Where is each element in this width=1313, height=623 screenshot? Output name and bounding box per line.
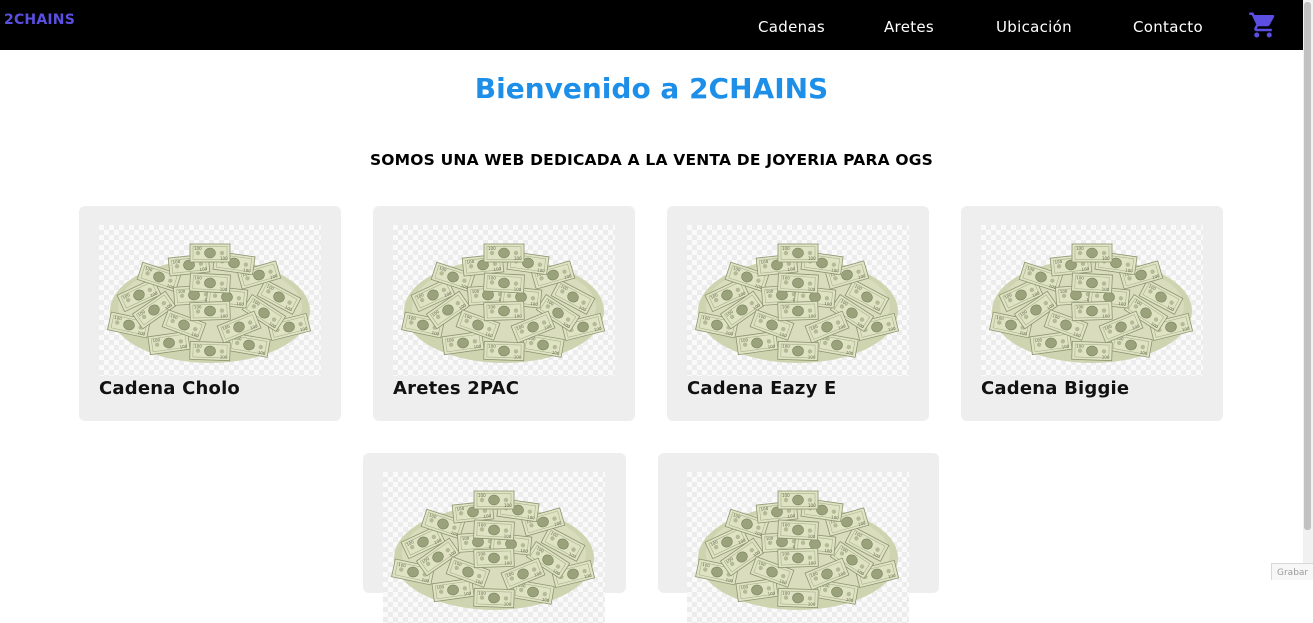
- product-card[interactable]: [658, 453, 939, 623]
- page-scrollbar[interactable]: [1303, 0, 1313, 580]
- product-image: [687, 472, 909, 623]
- product-name: Cadena Eazy E: [687, 378, 837, 399]
- product-image: [383, 472, 605, 623]
- product-card-cadena-biggie[interactable]: Cadena Biggie: [961, 206, 1223, 421]
- product-image: [687, 225, 909, 376]
- nav-link-cadenas[interactable]: Cadenas: [758, 18, 825, 36]
- product-card-aretes-2pac[interactable]: Aretes 2PAC: [373, 206, 635, 421]
- nav-link-aretes[interactable]: Aretes: [884, 18, 934, 36]
- nav-link-contacto[interactable]: Contacto: [1133, 18, 1203, 36]
- recording-indicator: Grabar: [1271, 563, 1313, 580]
- product-card-cadena-eazy-e[interactable]: Cadena Eazy E: [667, 206, 929, 421]
- product-name: Cadena Cholo: [99, 378, 241, 399]
- product-name: Cadena Biggie: [981, 378, 1130, 399]
- product-name: Aretes 2PAC: [393, 378, 520, 399]
- page-title: Bienvenido a 2CHAINS: [474, 72, 829, 105]
- product-card[interactable]: [363, 453, 626, 623]
- scrollbar-thumb[interactable]: [1304, 2, 1311, 530]
- product-image: [981, 225, 1203, 376]
- top-navbar: 2CHAINS Cadenas Aretes Ubicación Contact…: [0, 0, 1303, 50]
- product-image: [393, 225, 615, 376]
- shopping-cart-icon[interactable]: [1247, 10, 1279, 40]
- product-image: [99, 225, 321, 376]
- brand-logo-link[interactable]: 2CHAINS: [4, 12, 75, 28]
- product-card-cadena-cholo[interactable]: Cadena Cholo: [79, 206, 341, 421]
- page-subtitle: SOMOS UNA WEB DEDICADA A LA VENTA DE JOY…: [369, 151, 934, 169]
- nav-link-ubicacion[interactable]: Ubicación: [996, 18, 1072, 36]
